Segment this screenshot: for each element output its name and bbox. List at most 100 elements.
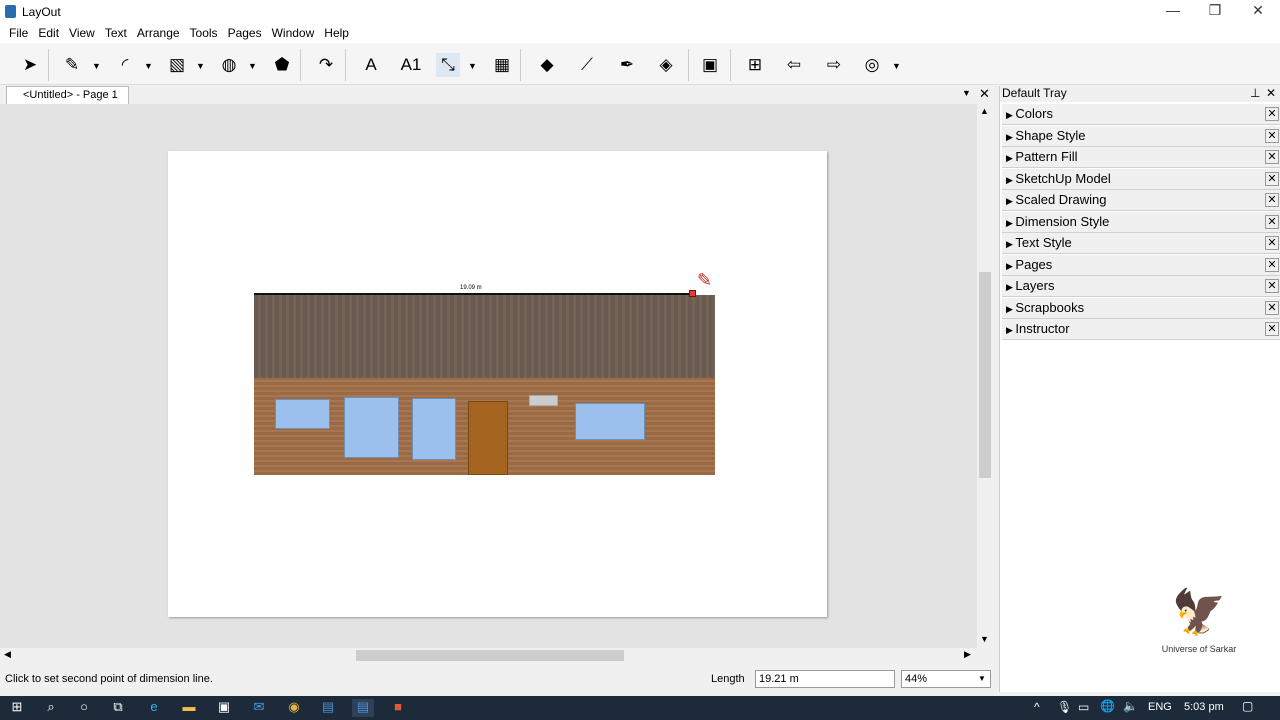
label-icon[interactable]: A1 [399, 53, 423, 77]
microphone-icon[interactable]: 🎙 [1057, 700, 1072, 714]
menu-view[interactable]: View [64, 24, 100, 43]
tray-panel-scaled-drawing[interactable]: ▶ Scaled Drawing ✕ [1002, 190, 1280, 211]
menu-tools[interactable]: Tools [185, 24, 223, 43]
clock[interactable]: 5:03 pm [1184, 701, 1224, 713]
close-panel-icon[interactable]: ✕ [1265, 193, 1279, 207]
store-icon[interactable]: ▣ [213, 699, 235, 717]
roof[interactable] [254, 295, 715, 378]
close-panel-icon[interactable]: ✕ [1265, 107, 1279, 121]
add-page-icon[interactable]: ⊞ [743, 53, 767, 77]
chevron-down-icon[interactable]: ▼ [92, 61, 101, 71]
tray-panel-text-style[interactable]: ▶ Text Style ✕ [1002, 233, 1280, 254]
tray-panel-colors[interactable]: ▶ Colors ✕ [1002, 104, 1280, 125]
eraser-icon[interactable]: ◆ [535, 53, 559, 77]
chevron-down-icon[interactable]: ▼ [978, 674, 986, 683]
next-page-icon[interactable]: ⇨ [822, 53, 846, 77]
app-icon[interactable]: ■ [387, 699, 409, 717]
tray-panel-pages[interactable]: ▶ Pages ✕ [1002, 254, 1280, 276]
chevron-down-icon[interactable]: ▼ [144, 61, 153, 71]
battery-icon[interactable]: ▭ [1078, 700, 1089, 714]
polygon-icon[interactable]: ⬟ [270, 53, 294, 77]
close-panel-icon[interactable]: ✕ [1265, 236, 1279, 250]
network-icon[interactable]: 🌐 [1100, 699, 1115, 713]
status-message: Click to set second point of dimension l… [5, 673, 213, 685]
tray-panel-layers[interactable]: ▶ Layers ✕ [1002, 276, 1280, 297]
tray-panel-instructor[interactable]: ▶ Instructor ✕ [1002, 319, 1280, 340]
pencil-line-icon[interactable]: ✎ [60, 53, 84, 77]
chevron-down-icon[interactable]: ▼ [892, 61, 901, 71]
table-icon[interactable]: ▦ [490, 53, 514, 77]
task-view-icon[interactable]: ⧉ [107, 699, 129, 717]
vertical-scroll-thumb[interactable] [979, 272, 991, 478]
join-icon[interactable]: ◈ [654, 53, 678, 77]
minimize-button[interactable]: — [1153, 2, 1193, 22]
edge-icon[interactable]: e [143, 699, 165, 717]
menu-text[interactable]: Text [100, 24, 132, 43]
tab-list-dropdown-icon[interactable]: ▼ [962, 88, 971, 98]
text-icon[interactable]: A [359, 53, 383, 77]
close-tab-icon[interactable]: ✕ [979, 86, 990, 102]
tab-page-1[interactable]: <Untitled> - Page 1 [6, 86, 129, 105]
dimension-endpoint[interactable] [689, 290, 696, 297]
circle-icon[interactable]: ◍ [217, 53, 241, 77]
start-button[interactable]: ⊞ [6, 699, 28, 717]
volume-icon[interactable]: 🔈 [1123, 699, 1138, 713]
tray-panel-sketchup-model[interactable]: ▶ SketchUp Model ✕ [1002, 168, 1280, 190]
show-hidden-icons[interactable]: ^ [1034, 700, 1040, 714]
close-panel-icon[interactable]: ✕ [1265, 300, 1279, 315]
expand-arrow-icon: ▶ [1006, 196, 1016, 206]
panel-label: Instructor [1015, 321, 1070, 336]
close-panel-icon[interactable]: ✕ [1265, 150, 1279, 164]
close-button[interactable]: ✕ [1238, 2, 1278, 22]
menu-window[interactable]: Window [267, 24, 320, 43]
search-icon[interactable]: ⌕ [40, 699, 62, 717]
chevron-down-icon[interactable]: ▼ [468, 61, 477, 71]
offset-icon[interactable]: ↷ [314, 53, 338, 77]
dimension-icon[interactable]: ⤡ [436, 53, 460, 77]
tray-panel-shape-style[interactable]: ▶ Shape Style ✕ [1002, 125, 1280, 147]
menu-edit[interactable]: Edit [33, 24, 64, 43]
sketchup-icon[interactable]: ▤ [317, 699, 339, 717]
previous-page-icon[interactable]: ⇦ [782, 53, 806, 77]
eyedropper-icon[interactable]: ⟋ [575, 53, 599, 77]
close-panel-icon[interactable]: ✕ [1265, 279, 1279, 293]
panel-label: Layers [1015, 278, 1055, 293]
layout-taskbar-icon[interactable]: ▤ [352, 699, 374, 717]
menu-help[interactable]: Help [319, 24, 354, 43]
close-panel-icon[interactable]: ✕ [1265, 171, 1279, 186]
dimension-text[interactable]: 19.09 m [460, 285, 482, 291]
tray-panel-pattern-fill[interactable]: ▶ Pattern Fill ✕ [1002, 147, 1280, 168]
close-panel-icon[interactable]: ✕ [1265, 322, 1279, 336]
toolbar-separator [520, 49, 521, 81]
language-indicator[interactable]: ENG [1148, 701, 1172, 713]
menu-bar: File Edit View Text Arrange Tools Pages … [0, 24, 1280, 43]
close-panel-icon[interactable]: ✕ [1265, 214, 1279, 229]
arc-icon[interactable]: ◜ [113, 53, 137, 77]
select-arrow-icon[interactable]: ➤ [18, 53, 42, 77]
file-explorer-icon[interactable]: ▬ [178, 699, 200, 717]
restore-button[interactable]: ❐ [1195, 2, 1235, 22]
chevron-down-icon[interactable]: ▼ [196, 61, 205, 71]
tray-panel-dimension-style[interactable]: ▶ Dimension Style ✕ [1002, 211, 1280, 233]
chevron-down-icon[interactable]: ▼ [248, 61, 257, 71]
toolbar: ➤ ✎ ▼ ◜ ▼ ▧ ▼ ◍ ▼ ⬟ ↷ A A1 ⤡ ▼ ▦ ◆ ⟋ ✒ ◈ ▣ ⊞ ⇦ ⇨ ◎ ▼ [0, 43, 1280, 85]
cortana-icon[interactable]: ○ [73, 699, 95, 717]
pin-icon[interactable]: ⊥ [1250, 86, 1260, 100]
split-icon[interactable]: ✒ [615, 53, 639, 77]
notifications-icon[interactable]: ▢ [1242, 699, 1253, 713]
menu-pages[interactable]: Pages [223, 24, 267, 43]
close-panel-icon[interactable]: ✕ [1265, 257, 1279, 272]
mail-icon[interactable]: ✉ [248, 699, 270, 717]
rectangle-icon[interactable]: ▧ [165, 53, 189, 77]
presentation-icon[interactable]: ▣ [698, 53, 722, 77]
menu-file[interactable]: File [4, 24, 33, 43]
close-panel-icon[interactable]: ✕ [1265, 128, 1279, 143]
horizontal-scroll-thumb[interactable] [356, 650, 624, 661]
menu-arrange[interactable]: Arrange [132, 24, 185, 43]
close-tray-icon[interactable]: ✕ [1266, 86, 1276, 100]
length-input[interactable] [755, 670, 895, 688]
chrome-icon[interactable]: ◉ [283, 699, 305, 717]
account-icon[interactable]: ◎ [860, 53, 884, 77]
tray-panel-scrapbooks[interactable]: ▶ Scrapbooks ✕ [1002, 297, 1280, 319]
expand-arrow-icon: ▶ [1006, 174, 1016, 185]
